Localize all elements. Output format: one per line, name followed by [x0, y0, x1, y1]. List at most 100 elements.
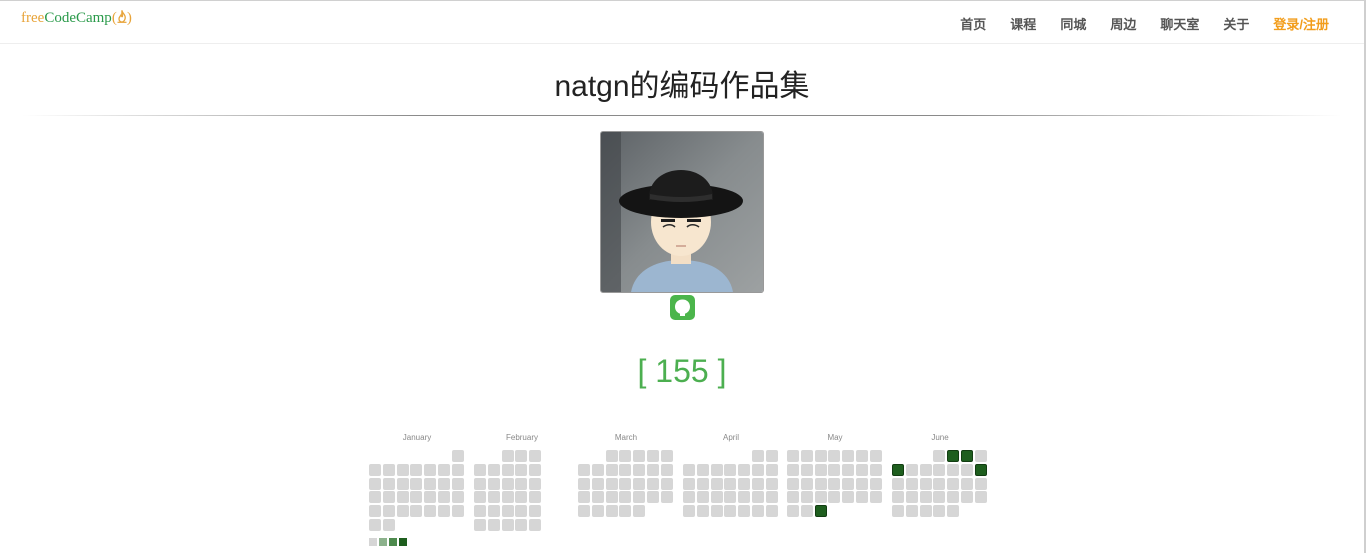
- calendar-day-cell: [751, 491, 764, 504]
- calendar-day-cell: [382, 463, 395, 476]
- calendar-day-cell: [396, 477, 409, 490]
- calendar-day-cell: [814, 491, 827, 504]
- calendar-day-cell: [696, 463, 709, 476]
- calendar-day-cell: [947, 491, 959, 504]
- calendar-day-cell: [974, 463, 987, 476]
- calendar-day-cell: [683, 491, 695, 504]
- calendar-day-cell: [515, 518, 528, 531]
- calendar-day-cell: [437, 491, 450, 504]
- nav-about[interactable]: 关于: [1223, 14, 1249, 33]
- calendar-day-cell: [451, 477, 464, 490]
- calendar-day-cell: [855, 463, 868, 476]
- calendar-day-cell: [933, 477, 946, 490]
- nav-chat[interactable]: 聊天室: [1160, 14, 1199, 33]
- calendar-day-cell: [487, 491, 500, 504]
- calendar-day-cell: [696, 505, 709, 517]
- nav-local[interactable]: 同城: [1060, 14, 1086, 33]
- calendar-day-cell: [437, 477, 450, 490]
- legend-level-swatch: [379, 538, 387, 546]
- legend-level-swatch: [369, 538, 377, 546]
- calendar-day-cell: [683, 463, 695, 476]
- calendar-day-cell: [501, 463, 514, 476]
- nav-courses[interactable]: 课程: [1010, 14, 1036, 33]
- calendar-day-cell: [605, 450, 618, 462]
- calendar-day-cell: [933, 450, 946, 462]
- calendar-day-cell: [515, 505, 528, 517]
- calendar-day-cell: [765, 450, 778, 462]
- calendar-day-cell: [765, 505, 778, 517]
- calendar-day-cell: [960, 463, 973, 476]
- calendar-day-cell: [515, 450, 528, 462]
- calendar-day-cell: [696, 491, 709, 504]
- calendar-day-cell: [474, 477, 486, 490]
- nav-home[interactable]: 首页: [960, 14, 986, 33]
- calendar-day-cell: [619, 505, 632, 517]
- calendar-day-cell: [382, 491, 395, 504]
- calendar-day-cell: [869, 491, 882, 504]
- month-label-january: January: [402, 433, 432, 442]
- calendar-day-cell: [501, 505, 514, 517]
- calendar-day-cell: [591, 463, 604, 476]
- calendar-day-cell: [933, 463, 946, 476]
- freecodecamp-logo[interactable]: freeCodeCamp(): [21, 8, 132, 28]
- calendar-day-cell: [474, 518, 486, 531]
- calendar-day-cell: [814, 450, 827, 462]
- calendar-day-cell: [474, 463, 486, 476]
- calendar-day-cell: [605, 505, 618, 517]
- calendar-day-cell: [451, 505, 464, 517]
- calendar-day-cell: [501, 450, 514, 462]
- nav-login-register[interactable]: 登录/注册: [1273, 14, 1329, 33]
- calendar-day-cell: [437, 463, 450, 476]
- calendar-day-cell: [410, 491, 423, 504]
- calendar-day-cell: [960, 450, 973, 462]
- calendar-day-cell: [437, 505, 450, 517]
- calendar-day-cell: [424, 505, 436, 517]
- calendar-day-cell: [787, 463, 799, 476]
- month-label-march: March: [614, 433, 638, 442]
- calendar-day-cell: [605, 463, 618, 476]
- calendar-day-cell: [905, 463, 918, 476]
- calendar-day-cell: [474, 491, 486, 504]
- calendar-day-cell: [529, 491, 541, 504]
- calendar-day-cell: [487, 463, 500, 476]
- title-divider: [22, 115, 1342, 116]
- calendar-day-cell: [660, 463, 673, 476]
- calendar-day-cell: [869, 463, 882, 476]
- calendar-day-cell: [842, 463, 854, 476]
- calendar-day-cell: [947, 505, 959, 517]
- calendar-day-cell: [382, 477, 395, 490]
- calendar-day-cell: [619, 491, 632, 504]
- calendar-day-cell: [578, 505, 590, 517]
- calendar-day-cell: [369, 505, 381, 517]
- logo-codecamp-text: CodeCamp: [44, 10, 112, 26]
- calendar-day-cell: [892, 463, 904, 476]
- calendar-day-cell: [855, 491, 868, 504]
- calendar-day-cell: [765, 463, 778, 476]
- calendar-day-cell: [974, 477, 987, 490]
- calendar-day-cell: [515, 491, 528, 504]
- calendar-day-cell: [591, 505, 604, 517]
- nav-merch[interactable]: 周边: [1110, 14, 1136, 33]
- calendar-day-cell: [424, 477, 436, 490]
- calendar-day-cell: [710, 505, 723, 517]
- legend-level-swatch: [399, 538, 407, 546]
- calendar-day-cell: [724, 491, 737, 504]
- calendar-day-cell: [765, 477, 778, 490]
- calendar-day-cell: [646, 450, 659, 462]
- calendar-day-cell: [738, 491, 750, 504]
- calendar-day-cell: [765, 491, 778, 504]
- calendar-day-cell: [633, 450, 645, 462]
- calendar-day-cell: [696, 477, 709, 490]
- calendar-day-cell: [396, 491, 409, 504]
- month-label-may: May: [827, 433, 843, 442]
- calendar-day-cell: [919, 505, 932, 517]
- calendar-day-cell: [787, 491, 799, 504]
- calendar-day-cell: [424, 463, 436, 476]
- github-icon[interactable]: [670, 295, 695, 320]
- calendar-day-cell: [633, 491, 645, 504]
- calendar-day-cell: [474, 505, 486, 517]
- calendar-day-cell: [738, 505, 750, 517]
- calendar-day-cell: [410, 505, 423, 517]
- logo-paren-close: ): [126, 10, 132, 26]
- calendar-day-cell: [529, 477, 541, 490]
